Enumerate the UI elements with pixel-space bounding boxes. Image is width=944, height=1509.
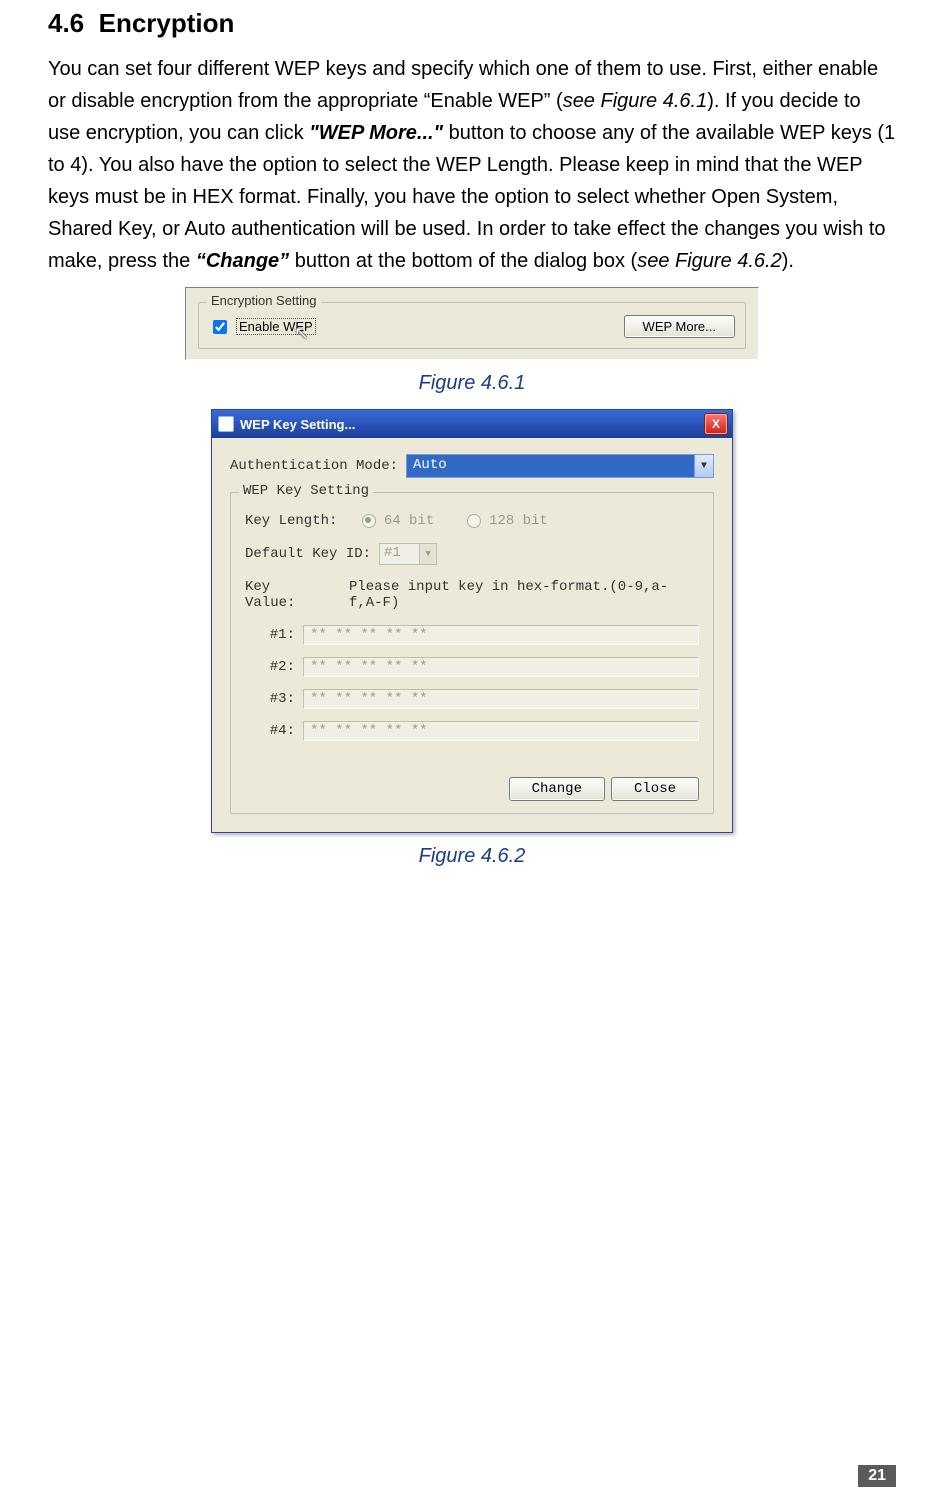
wep-key-setting-group: WEP Key Setting Key Length: 64 bit 128 b…: [230, 492, 714, 814]
key2-input[interactable]: ** ** ** ** **: [303, 657, 699, 677]
page-number: 21: [858, 1465, 896, 1487]
figure-ref: see Figure 4.6.1: [563, 90, 708, 112]
radio-64bit[interactable]: [362, 514, 376, 528]
close-icon[interactable]: X: [704, 413, 728, 435]
key-length-label: Key Length:: [245, 513, 337, 529]
body-paragraph: You can set four different WEP keys and …: [48, 53, 896, 277]
wep-more-button[interactable]: WEP More...: [624, 315, 735, 338]
change-ref: “Change”: [196, 250, 289, 272]
key1-label: #1:: [245, 627, 295, 643]
enable-wep-label: Enable WEP: [236, 318, 316, 335]
key3-label: #3:: [245, 691, 295, 707]
enable-wep-checkbox[interactable]: [213, 320, 227, 334]
key3-input[interactable]: ** ** ** ** **: [303, 689, 699, 709]
window-icon: [218, 416, 234, 432]
chevron-down-icon[interactable]: ▼: [694, 455, 713, 477]
key-value-label: Key Value:: [245, 579, 325, 611]
key4-label: #4:: [245, 723, 295, 739]
chevron-down-icon[interactable]: ▼: [419, 544, 436, 564]
auth-mode-combo[interactable]: Auto ▼: [406, 454, 714, 478]
body-text: button at the bottom of the dialog box (: [289, 250, 637, 272]
figure-ref: see Figure 4.6.2: [637, 250, 782, 272]
key1-input[interactable]: ** ** ** ** **: [303, 625, 699, 645]
radio-64bit-label: 64 bit: [384, 513, 434, 529]
default-key-id-combo[interactable]: #1 ▼: [379, 543, 437, 565]
figure-461-caption: Figure 4.6.1: [48, 372, 896, 395]
key2-label: #2:: [245, 659, 295, 675]
enable-wep-checkbox-wrap[interactable]: Enable WEP: [209, 317, 316, 337]
change-button[interactable]: Change: [509, 777, 605, 801]
body-text: ).: [782, 250, 794, 272]
encryption-setting-group: Encryption Setting Enable WEP WEP More..…: [198, 302, 746, 349]
auth-mode-value: Auto: [407, 455, 694, 477]
close-button[interactable]: Close: [611, 777, 699, 801]
radio-128bit-label: 128 bit: [489, 513, 548, 529]
section-title: Encryption: [99, 8, 235, 38]
default-key-id-label: Default Key ID:: [245, 546, 371, 562]
titlebar: WEP Key Setting... X: [212, 410, 732, 438]
radio-128bit[interactable]: [467, 514, 481, 528]
figure-461-panel: Encryption Setting Enable WEP WEP More..…: [185, 287, 759, 360]
section-heading: 4.6 Encryption: [48, 8, 896, 39]
section-number: 4.6: [48, 8, 84, 38]
default-key-id-value: #1: [380, 544, 419, 564]
wep-more-ref: "WEP More...": [309, 122, 443, 144]
figure-462-caption: Figure 4.6.2: [48, 845, 896, 868]
key4-input[interactable]: ** ** ** ** **: [303, 721, 699, 741]
figure-462-dialog: WEP Key Setting... X Authentication Mode…: [211, 409, 733, 833]
auth-mode-label: Authentication Mode:: [230, 458, 398, 474]
window-title: WEP Key Setting...: [240, 417, 355, 432]
key-value-hint: Please input key in hex-format.(0-9,a-f,…: [349, 579, 699, 611]
group-legend: WEP Key Setting: [239, 483, 373, 499]
group-legend: Encryption Setting: [207, 293, 321, 308]
